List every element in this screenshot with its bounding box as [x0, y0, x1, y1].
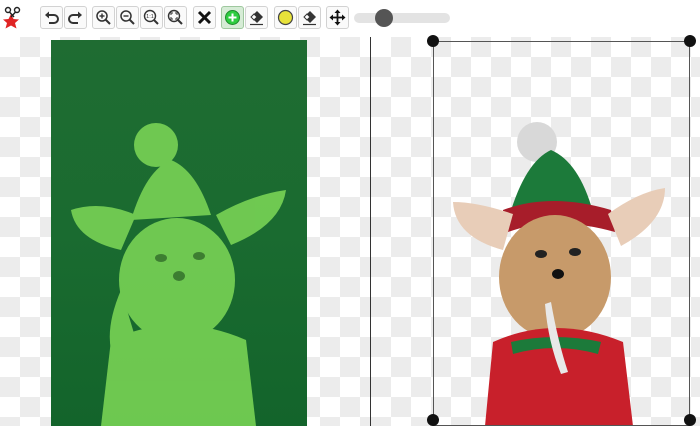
eraser-icon	[250, 11, 263, 26]
plus-circle-icon	[225, 10, 240, 25]
clear-button[interactable]	[193, 6, 216, 29]
zoom-in-icon	[96, 10, 111, 25]
green-keep-overlay	[71, 123, 286, 426]
resize-handle-bottom-left[interactable]	[427, 414, 439, 426]
zoom-fit-icon	[167, 9, 183, 25]
undo-button[interactable]	[40, 6, 63, 29]
redo-button[interactable]	[64, 6, 87, 29]
source-photo	[51, 40, 307, 426]
scissors-star-logo	[3, 6, 21, 29]
eraser-2-button[interactable]	[298, 6, 321, 29]
zoom-out-button[interactable]	[116, 6, 139, 29]
keep-brush-button[interactable]	[221, 6, 244, 29]
toolbar: 1:1	[0, 0, 700, 37]
source-canvas[interactable]	[0, 37, 370, 426]
zoom-1to1-icon: 1:1	[143, 9, 159, 25]
zoom-out-icon	[120, 10, 135, 25]
resize-handle-top-right[interactable]	[684, 35, 696, 47]
undo-icon	[45, 11, 59, 24]
brush-size-slider[interactable]	[354, 13, 450, 23]
brush-size-slider-knob[interactable]	[375, 9, 393, 27]
eraser-icon	[303, 11, 316, 26]
crop-frame[interactable]	[433, 41, 690, 426]
zoom-actual-button[interactable]: 1:1	[140, 6, 163, 29]
eraser-button[interactable]	[245, 6, 268, 29]
zoom-fit-button[interactable]	[164, 6, 187, 29]
pan-button[interactable]	[326, 6, 349, 29]
yellow-circle-icon	[277, 9, 294, 26]
move-icon	[329, 9, 346, 26]
zoom-1to1-label: 1:1	[146, 14, 154, 20]
redo-icon	[68, 11, 82, 24]
remove-brush-button[interactable]	[274, 6, 297, 29]
zoom-in-button[interactable]	[92, 6, 115, 29]
close-icon	[197, 10, 212, 25]
resize-handle-top-left[interactable]	[427, 35, 439, 47]
resize-handle-bottom-right[interactable]	[684, 414, 696, 426]
